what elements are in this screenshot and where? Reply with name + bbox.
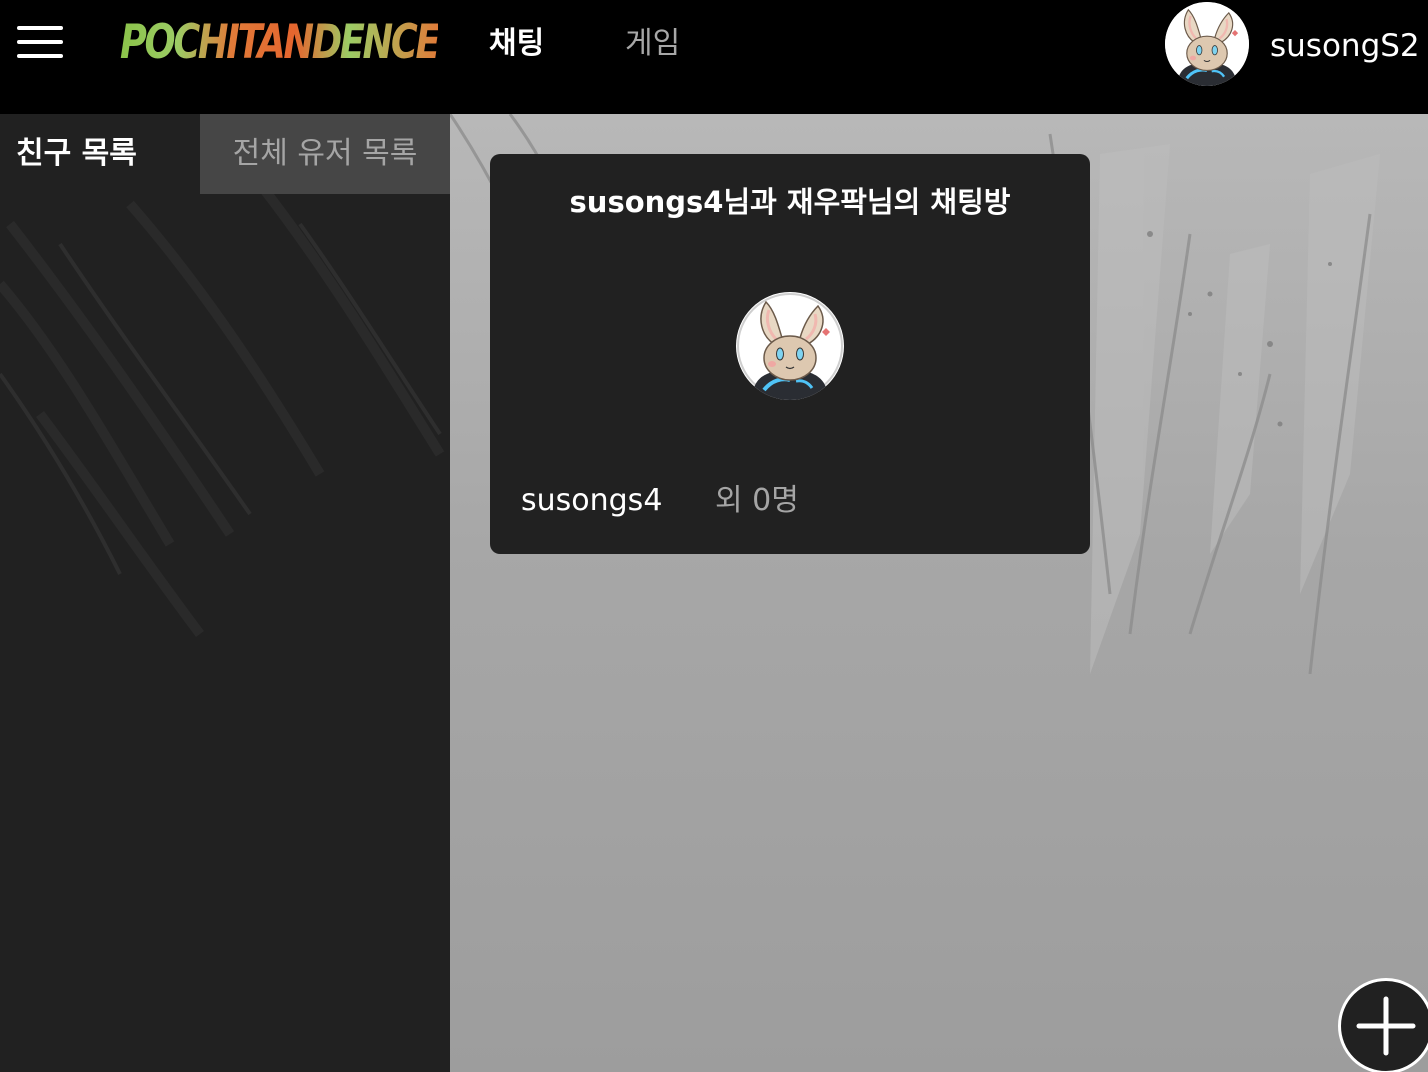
tab-friend-list[interactable]: 친구 목록 [0, 114, 200, 194]
hamburger-menu-icon[interactable] [14, 22, 66, 62]
nav-tab-game[interactable]: 게임 [625, 22, 680, 66]
app-logo[interactable]: POCHITANDENCE [120, 14, 528, 70]
rabbit-avatar-icon [737, 293, 843, 400]
nav-tab-chat[interactable]: 채팅 [489, 22, 544, 66]
menu-line [17, 40, 63, 44]
top-header: POCHITANDENCE 채팅 게임 susongS2 [0, 0, 1428, 114]
chat-room-card[interactable]: susongs4님과 재우팍님의 채팅방 susongs4 외 0명 [490, 154, 1090, 554]
chat-room-participant-count: 외 0명 [715, 483, 799, 518]
tab-all-users[interactable]: 전체 유저 목록 [200, 114, 450, 194]
menu-line [17, 26, 63, 30]
chat-room-title: susongs4님과 재우팍님의 채팅방 [569, 185, 1011, 219]
logo-text: POCHITANDENCE [120, 14, 440, 70]
friends-sidebar: 친구 목록 전체 유저 목록 [0, 114, 450, 1072]
menu-line [17, 54, 63, 58]
user-avatar[interactable] [1165, 2, 1249, 86]
plus-icon [1356, 996, 1416, 1056]
add-chat-room-button[interactable] [1338, 978, 1428, 1072]
header-username[interactable]: susongS2 [1270, 24, 1420, 68]
app-root: POCHITANDENCE 채팅 게임 susongS2 친구 목록 전체 유저… [0, 0, 1428, 1072]
sidebar-background-texture [0, 180, 445, 637]
rabbit-avatar-icon [1165, 2, 1249, 86]
chat-room-avatar [736, 292, 844, 400]
chat-room-owner: susongs4 [521, 483, 663, 518]
chat-room-area: susongs4님과 재우팍님의 채팅방 susongs4 외 0명 [450, 114, 1428, 1072]
